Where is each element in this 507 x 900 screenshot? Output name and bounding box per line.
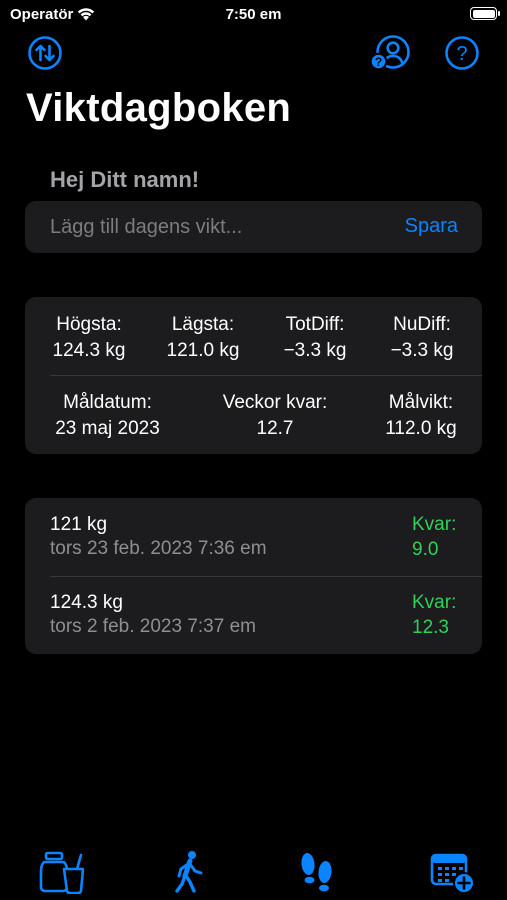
list-item[interactable]: 124.3 kg tors 2 feb. 2023 7:37 em Kvar: … [25,576,482,654]
lowest-value: 121.0 kg [166,340,240,361]
lowest-label: Lägsta: [171,314,235,335]
battery-icon [470,7,500,20]
footprints-icon[interactable] [299,850,335,894]
lowest-stat: Lägsta: 121.0 kg [158,312,248,364]
status-bar: Operatör 7:50 em [0,0,507,30]
sort-icon[interactable] [27,35,63,71]
nudiff-stat: NuDiff: −3.3 kg [378,312,466,364]
svg-text:?: ? [375,55,382,69]
entries-list: 121 kg tors 23 feb. 2023 7:36 em Kvar: 9… [25,498,482,654]
weeks-left-label: Veckor kvar: [222,392,328,413]
weeks-left-stat: Veckor kvar: 12.7 [205,390,345,442]
highest-label: Högsta: [56,314,122,335]
entry-remaining-value: 12.3 [412,617,449,638]
list-item[interactable]: 121 kg tors 23 feb. 2023 7:36 em Kvar: 9… [25,498,482,576]
weeks-left-value: 12.7 [256,418,294,439]
clock-time: 7:50 em [225,6,282,23]
totdiff-value: −3.3 kg [283,340,347,361]
entry-remaining-label: Kvar: [412,514,457,535]
greeting-text: Hej Ditt namn! [50,167,200,192]
food-drink-icon[interactable] [38,850,84,894]
stats-divider [50,375,482,376]
page-title: Viktdagboken [26,86,292,130]
stats-card: Högsta: 124.3 kg Lägsta: 121.0 kg TotDif… [25,297,482,454]
entry-date: tors 2 feb. 2023 7:37 em [50,616,256,637]
goal-weight-value: 112.0 kg [385,418,457,439]
profile-icon[interactable]: ? [370,35,412,71]
weight-entry-card: Spara [25,201,482,253]
entry-date: tors 23 feb. 2023 7:36 em [50,538,267,559]
weight-input[interactable] [50,213,380,241]
calendar-add-icon[interactable] [430,850,476,894]
highest-stat: Högsta: 124.3 kg [45,312,133,364]
goal-weight-label: Målvikt: [388,392,454,413]
totdiff-stat: TotDiff: −3.3 kg [271,312,359,364]
walking-person-icon[interactable] [174,850,206,894]
entry-weight: 121 kg [50,514,108,535]
entry-weight: 124.3 kg [50,592,123,613]
nudiff-label: NuDiff: [393,314,451,335]
svg-text:?: ? [456,43,467,65]
goal-date-label: Måldatum: [63,392,152,413]
highest-value: 124.3 kg [52,340,126,361]
entry-remaining-value: 9.0 [412,539,439,560]
goal-weight-stat: Målvikt: 112.0 kg [373,390,469,442]
help-icon[interactable]: ? [444,35,480,71]
save-button[interactable]: Spara [405,215,458,238]
totdiff-label: TotDiff: [285,314,345,335]
nudiff-value: −3.3 kg [390,340,454,361]
goal-date-value: 23 maj 2023 [55,418,160,439]
goal-date-stat: Måldatum: 23 maj 2023 [40,390,175,442]
entry-remaining-label: Kvar: [412,592,457,613]
